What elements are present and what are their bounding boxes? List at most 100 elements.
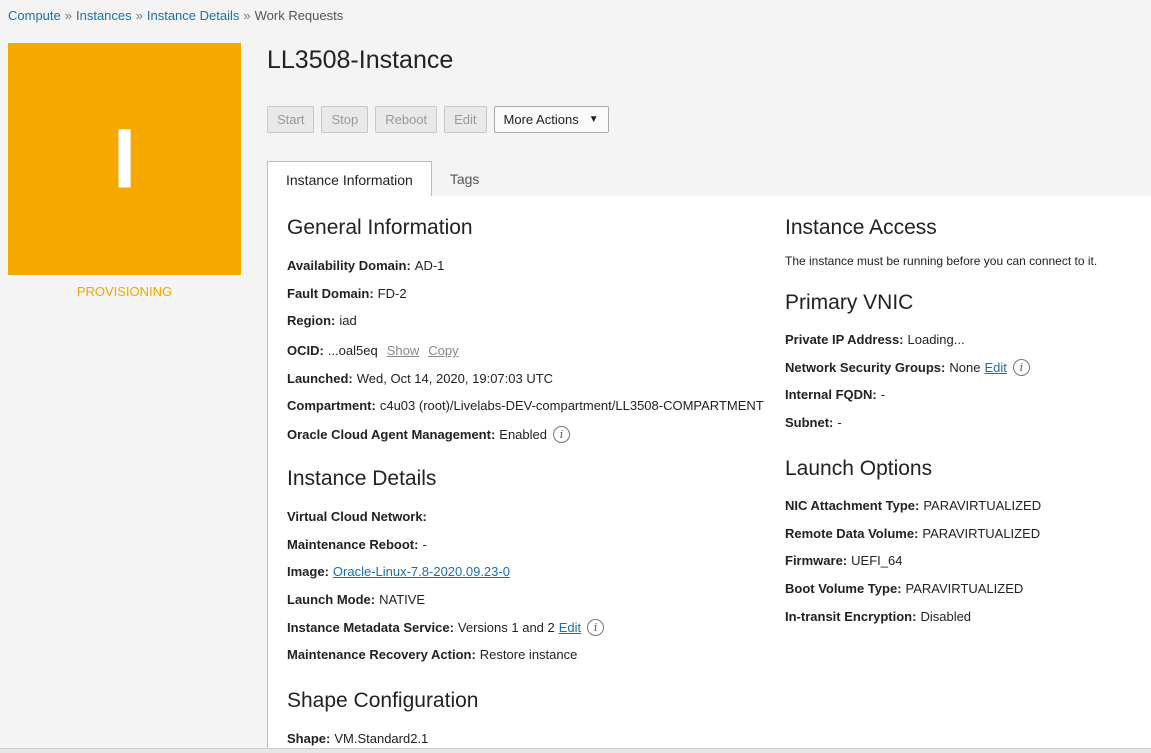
ocid-show-link[interactable]: Show [387,343,420,358]
field-label: Availability Domain: [287,258,411,273]
stop-button[interactable]: Stop [321,106,369,133]
region-row: Region: iad [287,313,357,328]
field-value: PARAVIRTUALIZED [923,498,1042,513]
breadcrumb-current: Work Requests [254,8,344,23]
field-label: Maintenance Reboot: [287,537,419,552]
field-value: iad [339,313,357,328]
tab-bar: Instance Information Tags [267,161,1151,198]
breadcrumb-compute[interactable]: Compute [8,8,61,23]
more-actions-button[interactable]: More Actions ▼ [493,106,609,133]
action-toolbar: Start Stop Reboot Edit More Actions ▼ [267,106,609,133]
instance-initial-glyph: I [112,111,137,206]
nsg-row: Network Security Groups: None Edit i [785,359,1030,376]
instance-access-note: The instance must be running before you … [785,254,1098,268]
launch-options-heading: Launch Options [785,457,933,480]
caret-down-icon: ▼ [588,114,599,125]
breadcrumb-separator: » [64,8,72,23]
start-button[interactable]: Start [267,106,315,133]
remote-data-volume-row: Remote Data Volume: PARAVIRTUALIZED [785,526,1040,541]
field-value: FD-2 [377,286,407,301]
compartment-row: Compartment: c4u03 (root)/Livelabs-DEV-co… [287,398,764,413]
field-value: Loading... [907,332,965,347]
field-value: UEFI_64 [851,553,903,568]
field-label: Private IP Address: [785,332,904,347]
boot-volume-row: Boot Volume Type: PARAVIRTUALIZED [785,581,1023,596]
recovery-action-row: Maintenance Recovery Action: Restore inst… [287,647,577,662]
subnet-row: Subnet: - [785,415,842,430]
info-icon[interactable]: i [553,426,570,443]
tab-instance-information[interactable]: Instance Information [267,161,432,198]
metadata-service-edit-link[interactable]: Edit [559,620,581,635]
fault-domain-row: Fault Domain: FD-2 [287,286,407,301]
field-label: Firmware: [785,553,848,568]
field-label: Region: [287,313,336,328]
field-value: PARAVIRTUALIZED [905,581,1024,596]
image-link[interactable]: Oracle-Linux-7.8-2020.09.23-0 [333,564,510,579]
field-value: - [837,415,842,430]
field-value: - [422,537,427,552]
field-value: None [949,360,981,375]
field-label: Compartment: [287,398,376,413]
field-label: Virtual Cloud Network: [287,509,427,524]
field-label: Launch Mode: [287,592,376,607]
field-value: VM.Standard2.1 [334,731,429,746]
field-label: Instance Metadata Service: [287,620,454,635]
reboot-button[interactable]: Reboot [375,106,438,133]
field-label: OCID: [287,343,324,358]
field-label: NIC Attachment Type: [785,498,920,513]
field-value: AD-1 [414,258,445,273]
image-row: Image: Oracle-Linux-7.8-2020.09.23-0 [287,564,510,579]
edit-button[interactable]: Edit [444,106,487,133]
field-value: Versions 1 and 2 [457,620,555,635]
launched-row: Launched: Wed, Oct 14, 2020, 19:07:03 UTC [287,371,553,386]
tab-tags[interactable]: Tags [432,161,498,197]
field-label: Network Security Groups: [785,360,946,375]
page-title: LL3508-Instance [267,46,454,74]
field-value: Enabled [499,427,547,442]
ocid-copy-link[interactable]: Copy [428,343,458,358]
breadcrumb-instance-details[interactable]: Instance Details [147,8,240,23]
more-actions-label: More Actions [503,112,579,127]
agent-management-row: Oracle Cloud Agent Management: Enabled i [287,426,570,443]
instance-details-heading: Instance Details [287,467,437,490]
bottom-scroll-bar [0,748,1151,753]
field-label: Oracle Cloud Agent Management: [287,427,496,442]
info-icon[interactable]: i [1012,359,1030,376]
field-label: Maintenance Recovery Action: [287,647,476,662]
internal-fqdn-row: Internal FQDN: - [785,387,885,402]
field-label: In-transit Encryption: [785,609,917,624]
field-label: Launched: [287,371,353,386]
maintenance-reboot-row: Maintenance Reboot: - [287,537,427,552]
field-value: NATIVE [379,592,426,607]
shape-configuration-heading: Shape Configuration [287,689,479,712]
field-value: Wed, Oct 14, 2020, 19:07:03 UTC [356,371,554,386]
field-label: Remote Data Volume: [785,526,919,541]
field-label: Boot Volume Type: [785,581,902,596]
general-information-heading: General Information [287,216,473,239]
field-label: Fault Domain: [287,286,374,301]
nsg-edit-link[interactable]: Edit [984,360,1006,375]
status-label: PROVISIONING [76,284,173,299]
metadata-service-row: Instance Metadata Service: Versions 1 and… [287,619,605,636]
breadcrumb-separator: » [243,8,251,23]
field-label: Shape: [287,731,331,746]
breadcrumb-separator: » [135,8,143,23]
primary-vnic-heading: Primary VNIC [785,291,914,314]
breadcrumb-instances[interactable]: Instances [76,8,132,23]
availability-domain-row: Availability Domain: AD-1 [287,258,444,273]
field-label: Subnet: [785,415,834,430]
instance-status-tile: I [8,43,241,275]
ocid-row: OCID: ...oal5eq Show Copy [287,343,459,358]
field-value: PARAVIRTUALIZED [922,526,1041,541]
instance-info-panel: General Information Availability Domain:… [267,196,1151,753]
private-ip-row: Private IP Address: Loading... [785,332,965,347]
field-label: Internal FQDN: [785,387,877,402]
in-transit-encryption-row: In-transit Encryption: Disabled [785,609,971,624]
launch-mode-row: Launch Mode: NATIVE [287,592,425,607]
nic-attachment-row: NIC Attachment Type: PARAVIRTUALIZED [785,498,1041,513]
field-value: - [880,387,886,402]
firmware-row: Firmware: UEFI_64 [785,553,902,568]
info-icon[interactable]: i [587,619,605,636]
vcn-row: Virtual Cloud Network: [287,509,431,524]
field-value: ...oal5eq [327,343,378,358]
